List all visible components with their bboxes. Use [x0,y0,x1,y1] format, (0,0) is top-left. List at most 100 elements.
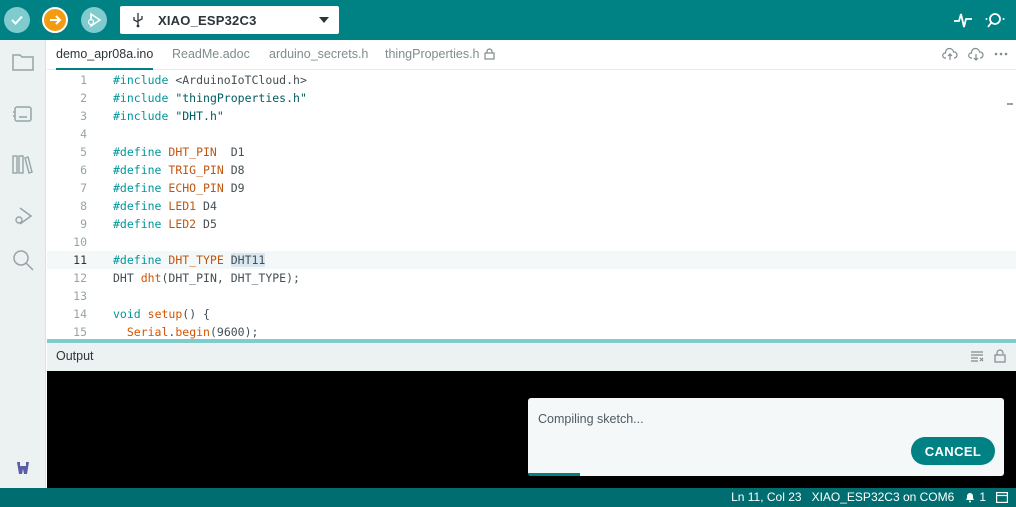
line-code: DHT dht(DHT_PIN, DHT_TYPE); [113,271,300,285]
toggle-panel-icon[interactable] [996,491,1008,503]
line-code: Serial.begin(9600); [126,325,259,339]
code-editor[interactable]: 1 #include <ArduinoIoTCloud.h> 2 #include … [47,71,1016,339]
library-manager-icon [12,155,33,174]
tab-arduino-secrets[interactable]: arduino_secrets.h [269,40,368,70]
tab-demo-ino[interactable]: demo_apr08a.ino [56,40,154,70]
progress-bar [528,473,581,476]
line-number: 4 [80,127,87,141]
notification-message: Compiling sketch... [538,412,644,426]
status-right: Ln 11, Col 23 XIAO_ESP32C3 on COM6 1 [731,490,1008,504]
lock-icon [483,48,495,60]
usb-icon [133,13,143,28]
line-code: #define DHT_TYPE DHT11 [113,253,266,267]
serial-monitor-icon[interactable] [984,9,1006,31]
serial-plotter-icon[interactable] [952,9,974,31]
board-port-status[interactable]: XIAO_ESP32C3 on COM6 [812,490,955,504]
code-line: 15 Serial.begin(9600); [47,323,1016,339]
sketchbook-button[interactable] [9,48,37,76]
line-code: #define TRIG_PIN D8 [113,163,245,177]
library-manager-button[interactable] [9,150,37,178]
chevron-down-icon [319,17,329,23]
arduino-cloud-icon [17,462,29,474]
line-number: 9 [80,217,87,231]
tab-label: arduino_secrets.h [269,47,369,61]
line-code: #include "DHT.h" [113,109,224,123]
tab-label: ReadMe.adoc [172,47,250,61]
line-number: 5 [80,145,87,159]
cursor-position[interactable]: Ln 11, Col 23 [731,490,802,504]
upload-button[interactable] [42,7,68,33]
line-number: 12 [73,271,87,285]
line-number: 11 [73,253,87,267]
editor-tabbar: demo_apr08a.ino ReadMe.adoc arduino_secr… [47,40,1016,70]
sketchbook-icon [12,54,34,71]
toolbar: XIAO_ESP32C3 [0,0,1016,40]
output-actions [970,349,1006,363]
cancel-button[interactable]: CANCEL [911,437,995,465]
line-number: 6 [80,163,87,177]
code-line-current: 11 #define DHT_TYPE DHT11 [47,251,1016,269]
arrow-right-icon [50,15,62,25]
tab-label: demo_apr08a.ino [56,47,154,61]
board-selector[interactable]: XIAO_ESP32C3 [120,6,339,34]
notification-count: 1 [979,490,986,504]
activity-rail [0,40,46,488]
line-number: 14 [73,307,87,321]
tab-actions [942,47,1008,61]
debug-icon [87,12,102,28]
verify-button[interactable] [4,7,30,33]
overview-ruler-mark [1007,103,1013,105]
code-line: 9 #define LED2 D5 [47,215,1016,233]
code-line: 5 #define DHT_PIN D1 [47,143,1016,161]
tab-label: thingProperties.h [385,47,480,61]
boards-manager-button[interactable] [9,100,37,128]
code-line: 1 #include <ArduinoIoTCloud.h> [47,71,1016,89]
line-number: 8 [80,199,87,213]
line-number: 10 [73,235,87,249]
cloud-upload-icon[interactable] [942,47,958,61]
boards-manager-icon [13,106,32,122]
code-line: 7 #define ECHO_PIN D9 [47,179,1016,197]
clear-output-icon[interactable] [970,350,984,362]
notification-indicator[interactable]: 1 [964,490,986,504]
code-line: 14 void setup() { [47,305,1016,323]
line-code: #define DHT_PIN D1 [113,145,245,159]
debug-button[interactable] [81,7,107,33]
code-line: 8 #define LED1 D4 [47,197,1016,215]
output-header: Output [47,343,1016,371]
progress-notification: Compiling sketch... CANCEL [528,398,1004,476]
cloud-download-icon[interactable] [968,47,984,61]
check-icon [11,15,23,25]
more-icon[interactable] [994,52,1008,56]
line-number: 1 [80,73,87,87]
board-name: XIAO_ESP32C3 [158,12,257,28]
search-icon [13,250,34,271]
code-line: 4 [47,125,1016,143]
line-code: void setup() { [113,307,210,321]
tab-thing-properties[interactable]: thingProperties.h [385,40,495,70]
line-code: #include <ArduinoIoTCloud.h> [113,73,307,87]
code-line: 3 #include "DHT.h" [47,107,1016,125]
unlock-icon[interactable] [994,349,1006,363]
status-bar: Ln 11, Col 23 XIAO_ESP32C3 on COM6 1 [0,488,1016,507]
code-line: 10 [47,233,1016,251]
code-line: 13 [47,287,1016,305]
bell-icon [966,493,975,503]
line-code: #define LED2 D5 [113,217,217,231]
line-code: #define LED1 D4 [113,199,217,213]
code-line: 12 DHT dht(DHT_PIN, DHT_TYPE); [47,269,1016,287]
debug-icon [15,207,33,225]
line-code: #define ECHO_PIN D9 [113,181,245,195]
line-code: #include "thingProperties.h" [113,91,307,105]
line-number: 13 [73,289,87,303]
code-line: 6 #define TRIG_PIN D8 [47,161,1016,179]
code-line: 2 #include "thingProperties.h" [47,89,1016,107]
debug-panel-button[interactable] [9,202,37,230]
line-number: 15 [73,325,87,339]
line-number: 3 [80,109,87,123]
output-title: Output [56,349,94,363]
search-button[interactable] [9,246,37,274]
tab-readme[interactable]: ReadMe.adoc [172,40,250,70]
arduino-cloud-button[interactable] [9,454,37,482]
line-number: 7 [80,181,87,195]
